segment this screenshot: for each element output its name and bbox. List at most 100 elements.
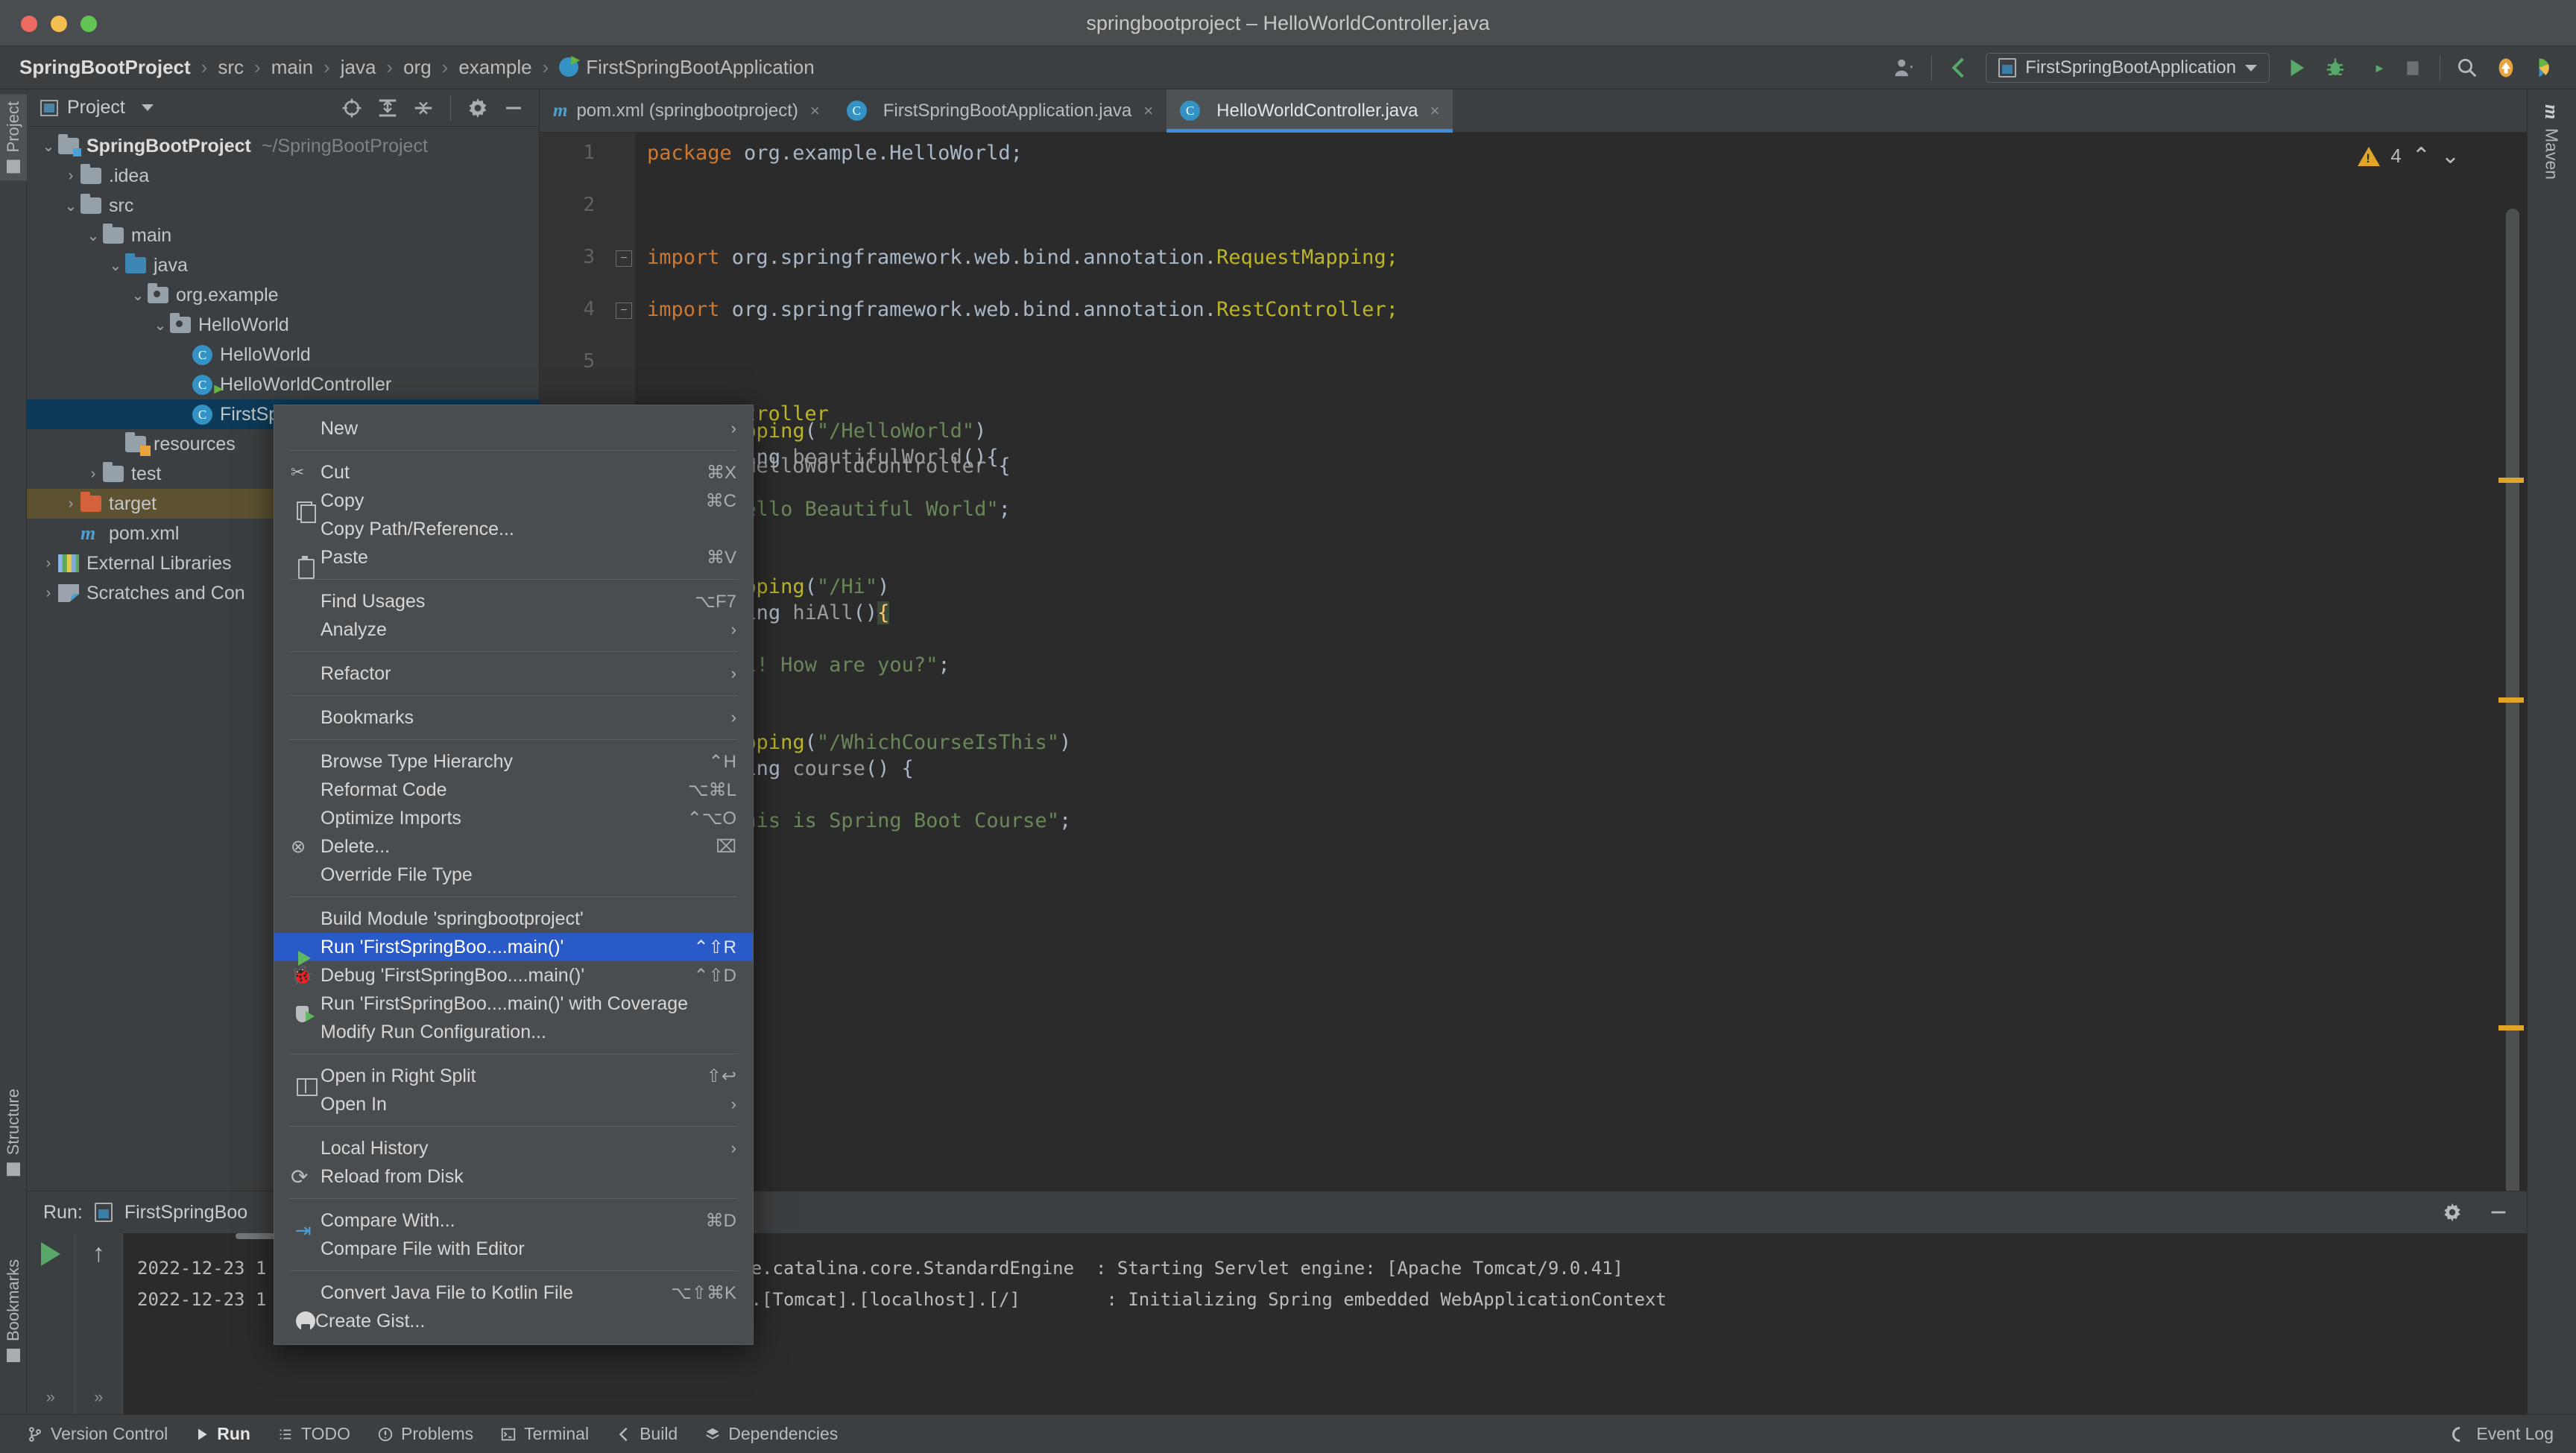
run-with-coverage-icon[interactable]: [2355, 48, 2393, 87]
event-log-label[interactable]: Event Log: [2476, 1424, 2554, 1444]
chevron-icon[interactable]: ›: [83, 466, 103, 483]
status-item-version-control[interactable]: Version Control: [13, 1424, 181, 1444]
run-panel-config-name[interactable]: FirstSpringBoo: [124, 1202, 247, 1224]
menu-item-delete[interactable]: Delete... ⌧: [274, 832, 753, 861]
menu-item-browse-type-hierarchy[interactable]: Browse Type Hierarchy ⌃H: [274, 747, 753, 776]
run-configuration-selector[interactable]: FirstSpringBootApplication: [1986, 53, 2270, 83]
breadcrumb-item-project[interactable]: SpringBootProject: [19, 56, 191, 79]
fold-collapse-icon[interactable]: −: [616, 250, 632, 267]
sidebar-item-project[interactable]: Project: [0, 94, 27, 181]
tree-node-src[interactable]: ⌄ src: [27, 191, 539, 221]
tree-node-springbootproject[interactable]: ⌄ SpringBootProject ~/SpringBootProject: [27, 131, 539, 161]
tree-node-helloworld[interactable]: C HelloWorld: [27, 340, 539, 370]
menu-item-run-firstspringboo-main-with-coverage[interactable]: Run 'FirstSpringBoo....main()' with Cove…: [274, 990, 753, 1022]
code-content[interactable]: package org.example.HelloWorld; import or…: [635, 133, 2527, 1229]
chevron-icon[interactable]: ⌄: [39, 137, 58, 156]
tree-node-java[interactable]: ⌄ java: [27, 250, 539, 280]
tab-pom-xml[interactable]: m pom.xml (springbootproject) ×: [540, 89, 833, 132]
stop-icon[interactable]: [2393, 48, 2432, 87]
settings-icon[interactable]: [2436, 1196, 2469, 1229]
status-item-build[interactable]: Build: [602, 1424, 691, 1444]
chevron-icon[interactable]: ⌄: [61, 197, 80, 215]
ide-assistant-icon[interactable]: [2525, 48, 2564, 87]
expand-all-icon[interactable]: [371, 92, 404, 124]
chevron-down-icon[interactable]: [141, 104, 154, 111]
menu-item-create-gist[interactable]: Create Gist...: [274, 1307, 753, 1335]
menu-item-open-in[interactable]: Open In ›: [274, 1090, 753, 1118]
warning-stripe-mark[interactable]: [2498, 1025, 2524, 1031]
chevron-icon[interactable]: ›: [39, 585, 58, 602]
tree-node--idea[interactable]: › .idea: [27, 161, 539, 191]
menu-item-bookmarks[interactable]: Bookmarks ›: [274, 703, 753, 732]
editor-scrollbar-thumb[interactable]: [2506, 209, 2519, 1229]
menu-item-refactor[interactable]: Refactor ›: [274, 659, 753, 688]
sidebar-item-maven[interactable]: m Maven: [2527, 94, 2576, 190]
breadcrumb-item-src[interactable]: src: [218, 56, 244, 79]
warning-stripe-mark[interactable]: [2498, 697, 2524, 703]
status-item-run[interactable]: Run: [181, 1424, 264, 1444]
run-icon[interactable]: [2277, 48, 2316, 87]
menu-item-new[interactable]: New ›: [274, 414, 753, 443]
rerun-button[interactable]: »: [27, 1233, 75, 1414]
menu-item-analyze[interactable]: Analyze ›: [274, 615, 753, 644]
vcs-update-icon[interactable]: [1939, 48, 1978, 87]
locate-icon[interactable]: [335, 92, 368, 124]
hide-icon[interactable]: [2482, 1196, 2515, 1229]
status-item-terminal[interactable]: Terminal: [487, 1424, 602, 1444]
chevron-icon[interactable]: ⌄: [151, 316, 170, 335]
chevron-icon[interactable]: ⌄: [106, 256, 125, 275]
close-icon[interactable]: ×: [1430, 101, 1439, 121]
menu-item-override-file-type[interactable]: Override File Type: [274, 861, 753, 889]
menu-item-copy-path-reference[interactable]: Copy Path/Reference...: [274, 515, 753, 543]
user-account-icon[interactable]: [1885, 48, 1924, 87]
updates-available-icon[interactable]: [2487, 48, 2525, 87]
menu-item-compare-file-with-editor[interactable]: Compare File with Editor: [274, 1235, 753, 1263]
chevron-icon[interactable]: ›: [61, 168, 80, 185]
previous-problem-icon[interactable]: ⌃: [2412, 143, 2431, 169]
menu-item-convert-java-file-to-kotlin-file[interactable]: Convert Java File to Kotlin File ⌥⇧⌘K: [274, 1279, 753, 1307]
menu-item-run-firstspringboo-main[interactable]: Run 'FirstSpringBoo....main()' ⌃⇧R: [274, 933, 753, 966]
breadcrumb-item-java[interactable]: java: [341, 56, 376, 79]
menu-item-local-history[interactable]: Local History ›: [274, 1134, 753, 1162]
menu-item-cut[interactable]: Cut ⌘X: [274, 458, 753, 487]
menu-item-find-usages[interactable]: Find Usages ⌥F7: [274, 587, 753, 615]
context-menu[interactable]: New › Cut ⌘X Copy ⌘C Copy Path/Reference... Pas…: [274, 405, 754, 1345]
menu-item-open-in-right-split[interactable]: Open in Right Split ⇧↩: [274, 1062, 753, 1096]
tree-node-main[interactable]: ⌄ main: [27, 221, 539, 250]
debug-icon[interactable]: [2316, 48, 2355, 87]
more-icon[interactable]: »: [94, 1387, 103, 1407]
scroll-up-button[interactable]: ↑ »: [75, 1233, 123, 1414]
chevron-icon[interactable]: ›: [61, 496, 80, 513]
menu-item-paste[interactable]: Paste ⌘V: [274, 543, 753, 579]
menu-item-reload-from-disk[interactable]: Reload from Disk: [274, 1162, 753, 1191]
status-item-todo[interactable]: TODO: [264, 1424, 364, 1444]
warning-stripe-mark[interactable]: [2498, 478, 2524, 483]
menu-item-compare-with[interactable]: Compare With... ⌘D: [274, 1206, 753, 1243]
breadcrumb-item-main[interactable]: main: [271, 56, 313, 79]
error-stripe[interactable]: [2493, 176, 2527, 1229]
search-everywhere-icon[interactable]: [2448, 48, 2487, 87]
menu-item-modify-run-configuration[interactable]: Modify Run Configuration...: [274, 1018, 753, 1046]
settings-icon[interactable]: [461, 92, 494, 124]
status-item-problems[interactable]: Problems: [364, 1424, 487, 1444]
close-icon[interactable]: ×: [1143, 101, 1153, 121]
tab-firstspringbootapplication[interactable]: C FirstSpringBootApplication.java ×: [833, 89, 1167, 132]
inspection-widget[interactable]: 4 ⌃ ⌄: [2358, 143, 2460, 169]
menu-item-build-module-springbootproject[interactable]: Build Module 'springbootproject': [274, 905, 753, 933]
menu-item-reformat-code[interactable]: Reformat Code ⌥⌘L: [274, 776, 753, 804]
code-editor[interactable]: 123−4−567› package org.example.HelloWorl…: [540, 133, 2527, 1229]
breadcrumb-item-org[interactable]: org: [403, 56, 432, 79]
breadcrumb-item-example[interactable]: example: [458, 56, 531, 79]
sidebar-item-structure[interactable]: Structure: [0, 1081, 27, 1183]
chevron-icon[interactable]: ⌄: [83, 227, 103, 245]
fold-collapse-icon[interactable]: −: [616, 303, 632, 319]
chevron-icon[interactable]: ›: [39, 555, 58, 572]
more-icon[interactable]: »: [46, 1387, 55, 1407]
close-icon[interactable]: ×: [810, 101, 820, 121]
next-problem-icon[interactable]: ⌄: [2441, 143, 2460, 169]
sidebar-item-bookmarks[interactable]: Bookmarks: [0, 1252, 27, 1370]
status-item-dependencies[interactable]: Dependencies: [691, 1424, 851, 1444]
tree-node-helloworld[interactable]: ⌄ HelloWorld: [27, 310, 539, 340]
menu-item-optimize-imports[interactable]: Optimize Imports ⌃⌥O: [274, 804, 753, 832]
collapse-all-icon[interactable]: [407, 92, 440, 124]
